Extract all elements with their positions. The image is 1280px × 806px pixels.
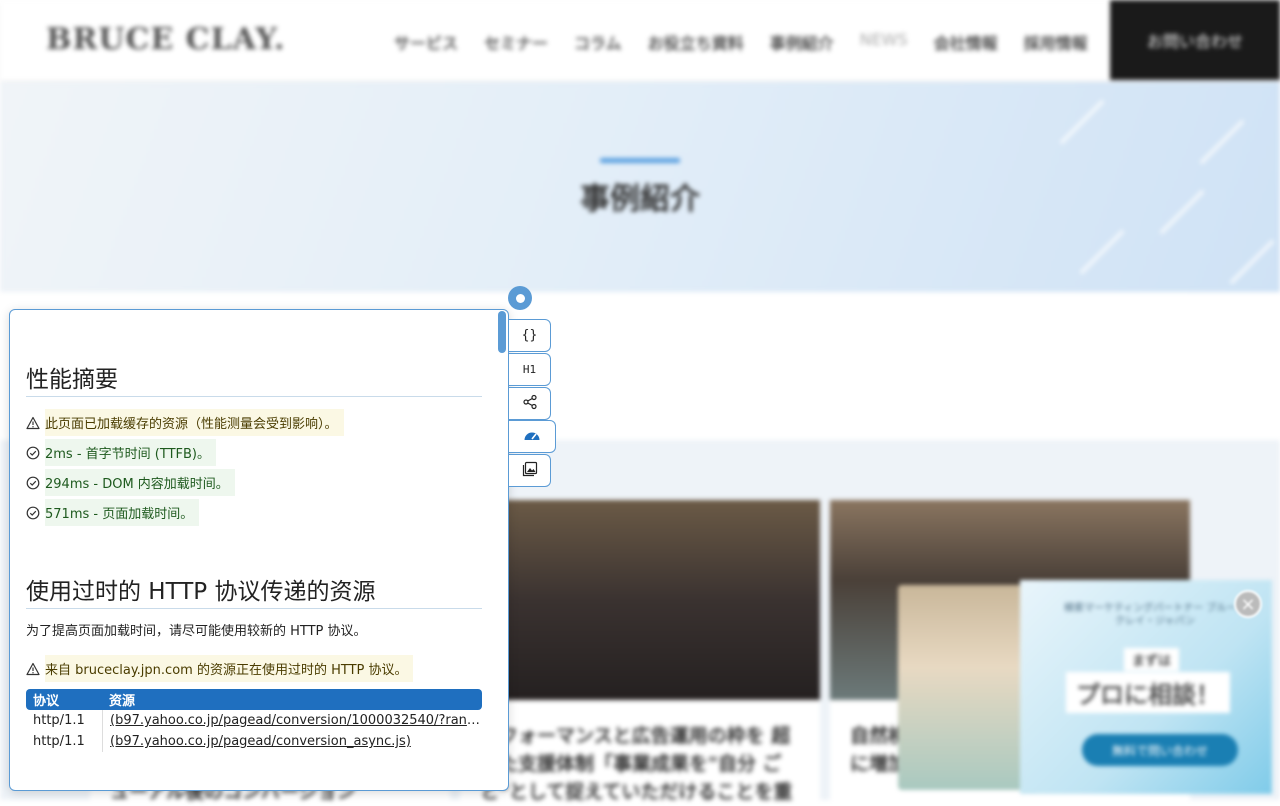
perf-warning-row: 此页面已加载缓存的资源（性能测量会受到影响）。 — [26, 409, 344, 436]
perf-metric-row: 571ms - 页面加载时间。 — [26, 499, 200, 526]
perf-metric-ttfb: 2ms - 首字节时间 (TTFB)。 — [45, 439, 216, 466]
hero-accent-bar — [600, 158, 680, 163]
nav-item-seminar[interactable]: セミナー — [484, 30, 548, 54]
perf-metric-row: 294ms - DOM 内容加载时间。 — [26, 469, 235, 496]
case-card-title: パフォーマンスと広告運用の枠を 超えた支援体制「事業成果を"自分 ごと"として捉… — [480, 725, 793, 803]
headings-button[interactable]: H1 — [509, 353, 551, 386]
h1-icon: H1 — [522, 363, 537, 376]
nav-item-services[interactable]: サービス — [394, 30, 458, 54]
contact-button[interactable]: お問い合わせ — [1110, 0, 1280, 80]
site-nav: サービス セミナー コラム お役立ち資料 事例紹介 NEWS 会社情報 採用情報 — [394, 30, 1088, 54]
share-button[interactable] — [509, 387, 551, 420]
images-icon — [522, 461, 538, 480]
perf-metric-dom: 294ms - DOM 内容加载时间。 — [45, 469, 235, 496]
column-header-resource: 资源 — [109, 694, 136, 709]
nav-item-column[interactable]: コラム — [574, 30, 622, 54]
warning-icon — [26, 662, 40, 676]
panel-content: 性能摘要 此页面已加载缓存的资源（性能测量会受到影响）。 2ms - 首字节时间… — [10, 310, 498, 790]
promo-cta-button[interactable]: 無料で問い合わせ — [1082, 734, 1238, 766]
nav-item-recruit[interactable]: 採用情報 — [1024, 30, 1088, 54]
case-card[interactable]: パフォーマンスと広告運用の枠を 超えた支援体制「事業成果を"自分 ごと"として捉… — [460, 500, 820, 803]
protocol-cell: http/1.1 — [26, 710, 103, 731]
table-row: http/1.1 (b97.yahoo.co.jp/pagead/convers… — [26, 710, 482, 731]
column-header-protocol: 协议 — [33, 694, 60, 709]
nav-item-company[interactable]: 会社情報 — [934, 30, 998, 54]
http-warning-row: 来自 bruceclay.jpn.com 的资源正在使用过时的 HTTP 协议。 — [26, 655, 414, 682]
panel-drag-handle[interactable] — [508, 286, 532, 310]
resource-link[interactable]: (b97.yahoo.co.jp/pagead/conversion/10000… — [103, 713, 482, 728]
promo-lead: まずは — [1124, 648, 1180, 671]
perf-metric-load: 571ms - 页面加载时间。 — [45, 499, 200, 526]
panel-scrollbar-thumb[interactable] — [498, 311, 506, 353]
resource-link[interactable]: (b97.yahoo.co.jp/pagead/conversion_async… — [103, 734, 482, 749]
http-resources-table: 协议 资源 http/1.1 (b97.yahoo.co.jp/pagead/c… — [26, 689, 482, 752]
nav-item-cases[interactable]: 事例紹介 — [770, 30, 834, 54]
seo-extension-panel: 性能摘要 此页面已加载缓存的资源（性能测量会受到影响）。 2ms - 首字节时间… — [9, 309, 509, 791]
promo-subtitle: 検索マーケティングパートナー ブルースクレイ・ジャパン — [1064, 603, 1246, 627]
http-protocol-note: 为了提高页面加载时间，请尽可能使用较新的 HTTP 协议。 — [26, 624, 367, 639]
table-header: 协议 资源 — [26, 689, 482, 710]
page-title: 事例紹介 — [580, 182, 700, 217]
nav-item-news[interactable]: NEWS — [860, 30, 908, 54]
nav-item-resources[interactable]: お役立ち資料 — [648, 30, 744, 54]
panel-scrollbar[interactable] — [497, 310, 507, 790]
promo-close-button[interactable]: × — [1234, 590, 1262, 618]
perf-metric-row: 2ms - 首字节时间 (TTFB)。 — [26, 439, 216, 466]
check-circle-icon — [26, 446, 40, 460]
perf-warning-text: 此页面已加载缓存的资源（性能测量会受到影响）。 — [45, 409, 344, 436]
check-circle-icon — [26, 506, 40, 520]
site-header: BRUCE CLAY. サービス セミナー コラム お役立ち資料 事例紹介 NE… — [0, 0, 1280, 80]
share-icon — [522, 394, 538, 413]
protocol-cell: http/1.1 — [26, 731, 103, 752]
table-row: http/1.1 (b97.yahoo.co.jp/pagead/convers… — [26, 731, 482, 752]
check-circle-icon — [26, 476, 40, 490]
promo-person-image — [898, 585, 1038, 790]
http-protocol-heading: 使用过时的 HTTP 协议传递的资源 — [26, 572, 482, 609]
promo-popup[interactable]: 検索マーケティングパートナー ブルースクレイ・ジャパン まずは プロに相談！ 無… — [1020, 580, 1272, 794]
performance-button[interactable] — [509, 420, 556, 453]
images-button[interactable] — [509, 454, 551, 487]
promo-heading: プロに相談！ — [1066, 672, 1230, 713]
schema-button[interactable]: {} — [509, 319, 551, 352]
performance-summary-heading: 性能摘要 — [26, 360, 482, 397]
hero-banner: 事例紹介 — [0, 82, 1280, 292]
warning-icon — [26, 416, 40, 430]
braces-icon: {} — [521, 328, 538, 343]
http-warning-text: 来自 bruceclay.jpn.com 的资源正在使用过时的 HTTP 协议。 — [45, 655, 414, 682]
gauge-icon — [523, 428, 541, 445]
site-logo[interactable]: BRUCE CLAY. — [46, 22, 285, 57]
